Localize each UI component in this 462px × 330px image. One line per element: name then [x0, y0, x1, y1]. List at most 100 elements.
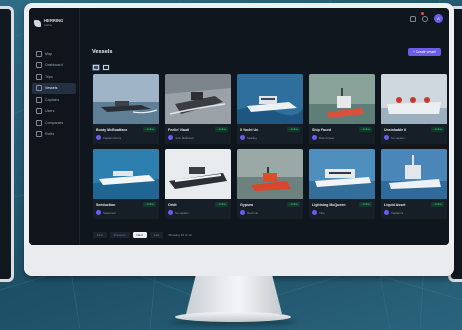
vessel-photo	[165, 74, 231, 124]
logo-icon	[34, 20, 41, 27]
monitor: HERRING marine Map Dashboard Trips Vesse…	[24, 3, 454, 276]
list-view-button[interactable]	[102, 64, 110, 71]
sidebar-nav: Map Dashboard Trips Vessels Captains Use…	[32, 48, 76, 140]
vessel-photo	[165, 149, 231, 199]
vessel-photo	[237, 149, 303, 199]
avatar[interactable]: A	[434, 14, 443, 23]
monitor-base	[175, 312, 291, 322]
owner-name: Captain S.	[391, 210, 405, 215]
status-badge: • Active	[431, 127, 444, 132]
first-page-button[interactable]: First	[93, 232, 107, 238]
owner-avatar	[240, 210, 245, 215]
left-display-edge	[0, 6, 14, 282]
sidebar-item-vessels[interactable]: Vessels	[32, 82, 76, 94]
sidebar-item-captains[interactable]: Captains	[32, 94, 76, 105]
vessel-card[interactable]: Unsinkable II • Active No captain	[381, 74, 447, 144]
vessel-card[interactable]: Il Yacht Un • Active Seadog	[237, 74, 303, 144]
owner-avatar	[96, 210, 101, 215]
status-badge: • Active	[143, 202, 156, 207]
sidebar-item-companies[interactable]: Companies	[32, 117, 76, 128]
owner-name: John Matthews	[175, 135, 194, 140]
map-icon	[36, 50, 42, 57]
main-content: A Vessels + Create vessel Booty McBoatfa…	[80, 8, 449, 245]
owner-name: No captain	[391, 135, 405, 140]
screen: HERRING marine Map Dashboard Trips Vesse…	[29, 8, 449, 245]
owner-name: Seadog	[247, 135, 257, 140]
vessel-name: Seeduction	[96, 203, 116, 207]
page-title: Vessels	[92, 49, 113, 55]
create-vessel-button[interactable]: + Create vessel	[408, 48, 441, 56]
next-page-button[interactable]: Next	[132, 232, 147, 238]
sidebar-item-label: Companies	[45, 120, 64, 125]
last-page-button[interactable]: Last	[149, 232, 164, 238]
app-window: HERRING marine Map Dashboard Trips Vesse…	[29, 8, 449, 245]
vessel-name: Orbit	[168, 203, 177, 207]
owner-name: Brian Fraser	[319, 135, 335, 140]
view-toggle	[92, 64, 110, 71]
building-icon	[36, 119, 42, 126]
owner-avatar	[312, 210, 317, 215]
topbar: A	[80, 8, 449, 28]
owner-avatar	[96, 135, 101, 140]
status-badge: • Active	[431, 202, 444, 207]
owner-name: Captain Morris	[103, 135, 122, 140]
status-badge: • Active	[215, 202, 228, 207]
vessel-photo	[381, 149, 447, 199]
sidebar-item-label: Dashboard	[45, 63, 63, 67]
owner-name: Vitro	[319, 210, 325, 215]
vessel-photo	[309, 149, 375, 199]
sidebar: HERRING marine Map Dashboard Trips Vesse…	[29, 8, 80, 245]
pagination-info: Showing 10 of 10	[168, 233, 192, 237]
list-icon	[103, 64, 109, 71]
vessel-photo	[93, 74, 159, 124]
bell-icon[interactable]	[410, 15, 416, 22]
sidebar-item-map[interactable]: Map	[32, 48, 76, 59]
vessel-card[interactable]: Gypsea • Active Reel Life	[237, 149, 303, 219]
sidebar-item-label: Users	[45, 109, 55, 113]
sidebar-item-trips[interactable]: Trips	[32, 71, 76, 82]
sidebar-item-label: Vessels	[45, 86, 58, 90]
vessel-name: Unsinkable II	[384, 128, 407, 132]
status-badge: • Active	[215, 127, 228, 132]
sidebar-item-label: Roles	[45, 132, 55, 136]
owner-name: Reel Life	[247, 210, 259, 215]
users-icon	[36, 108, 42, 114]
grid-view-button[interactable]	[92, 64, 100, 71]
status-badge: • Active	[359, 202, 372, 207]
previous-page-button[interactable]: Previous	[109, 232, 130, 238]
boat-icon	[36, 85, 42, 91]
status-badge: • Active	[287, 127, 300, 132]
vessel-name: Ship Faced	[312, 128, 332, 132]
sidebar-item-dashboard[interactable]: Dashboard	[32, 60, 76, 71]
vessel-card[interactable]: Liquid Asset • Active Captain S.	[381, 149, 447, 219]
shield-icon	[36, 131, 42, 137]
owner-name: Seasoned	[103, 210, 116, 215]
owner-avatar	[384, 135, 389, 140]
moon-icon[interactable]	[422, 15, 428, 22]
vessel-name: Il Yacht Un	[240, 128, 259, 132]
logo[interactable]: HERRING marine	[34, 18, 64, 28]
vessel-card[interactable]: Feelin' Nauti • Active John Matthews	[165, 74, 231, 144]
sidebar-item-roles[interactable]: Roles	[32, 129, 76, 140]
vessel-photo	[93, 149, 159, 199]
vessel-name: Booty McBoatface	[96, 128, 128, 132]
vessel-card[interactable]: Lightning McQueen • Active Vitro	[309, 149, 375, 219]
owner-avatar	[384, 210, 389, 215]
vessel-name: Lightning McQueen	[312, 203, 346, 207]
sidebar-item-label: Trips	[45, 74, 53, 79]
status-badge: • Active	[287, 202, 300, 207]
grid-icon	[93, 64, 99, 71]
vessel-name: Feelin' Nauti	[168, 128, 190, 132]
captain-icon	[36, 96, 42, 103]
owner-avatar	[168, 135, 173, 140]
brand-name: HERRING	[44, 18, 64, 23]
owner-avatar	[312, 135, 317, 140]
vessel-card[interactable]: Booty McBoatface • Active Captain Morris	[93, 74, 159, 144]
monitor-stand	[186, 276, 282, 314]
vessel-card[interactable]: Ship Faced • Active Brian Fraser	[309, 74, 375, 144]
vessel-card[interactable]: Orbit • Active No captain	[165, 149, 231, 219]
vessel-card[interactable]: Seeduction • Active Seasoned	[93, 149, 159, 219]
vessel-name: Liquid Asset	[384, 203, 406, 207]
dashboard-icon	[36, 62, 42, 68]
sidebar-item-users[interactable]: Users	[32, 106, 76, 117]
